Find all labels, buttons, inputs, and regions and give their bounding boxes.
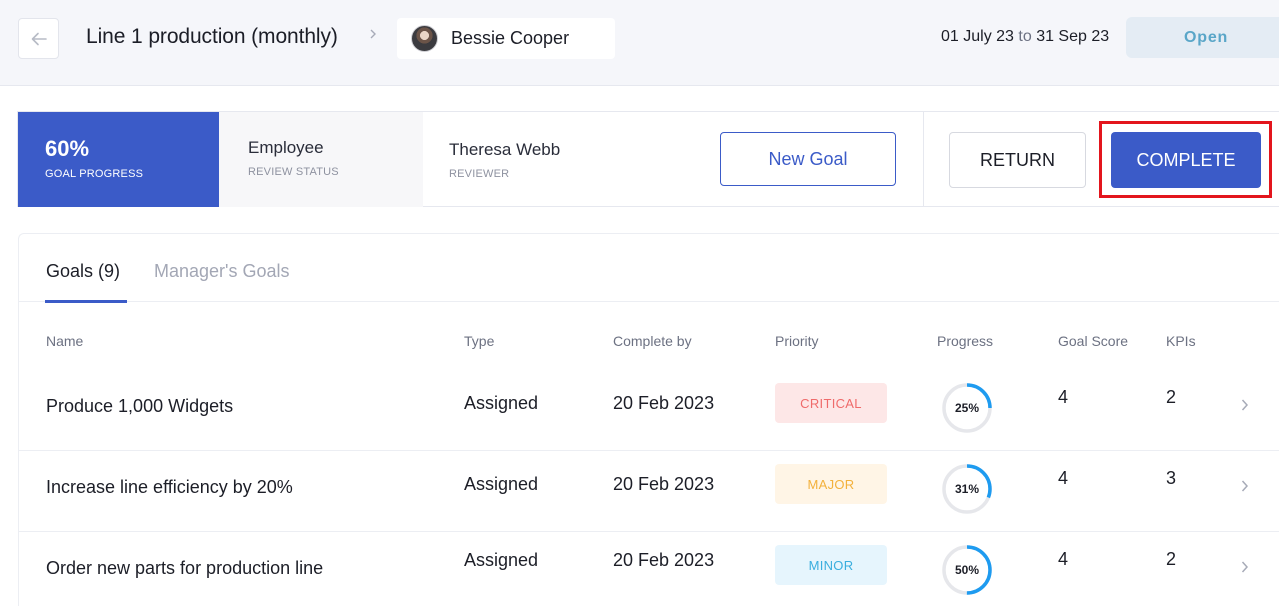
date-to: to: [1018, 28, 1032, 45]
goal-score: 4: [1058, 549, 1069, 569]
progress-percent: 50%: [954, 563, 980, 577]
table-row[interactable]: Increase line efficiency by 20% Assigned…: [19, 451, 1279, 532]
reviewer-box: Theresa Webb REVIEWER: [449, 140, 560, 180]
tab-bar: Goals (9) Manager's Goals: [19, 234, 1279, 303]
complete-button[interactable]: COMPLETE: [1111, 132, 1261, 188]
active-tab-indicator: [45, 300, 127, 303]
chevron-right-icon[interactable]: [1241, 396, 1249, 417]
review-status-value: Employee: [248, 138, 324, 157]
goals-card: Goals (9) Manager's Goals Name Type Comp…: [18, 233, 1279, 606]
reviewer-name: Theresa Webb: [449, 140, 561, 159]
column-header-kpis: KPIs: [1166, 333, 1196, 349]
goal-type: Assigned: [464, 474, 539, 494]
status-badge: Open: [1126, 17, 1279, 58]
employee-name: Bessie Cooper: [451, 28, 570, 48]
column-header-progress: Progress: [937, 333, 994, 349]
new-goal-button[interactable]: New Goal: [720, 132, 896, 186]
review-status-label: REVIEW STATUS: [248, 166, 339, 178]
column-header-priority: Priority: [775, 333, 819, 349]
return-button[interactable]: RETURN: [949, 132, 1086, 188]
goal-complete-by: 20 Feb 2023: [613, 550, 715, 570]
back-button[interactable]: [18, 18, 59, 59]
goal-name: Order new parts for production line: [46, 558, 324, 578]
top-bar: Line 1 production (monthly) Bessie Coope…: [0, 0, 1279, 86]
employee-chip[interactable]: Bessie Cooper: [397, 18, 615, 59]
chevron-right-icon[interactable]: [1241, 558, 1249, 579]
goal-kpis: 2: [1166, 387, 1177, 407]
date-range: 01 July 23 to 31 Sep 23: [941, 28, 1109, 46]
goal-score: 4: [1058, 468, 1069, 488]
goal-type: Assigned: [464, 393, 539, 413]
goal-score: 4: [1058, 387, 1069, 407]
reviewer-label: REVIEWER: [449, 168, 510, 180]
column-header-type: Type: [464, 333, 495, 349]
column-header-name: Name: [46, 333, 84, 349]
goal-complete-by: 20 Feb 2023: [613, 393, 715, 413]
review-status-box: Employee REVIEW STATUS: [219, 112, 423, 207]
column-header-complete-by: Complete by: [613, 333, 692, 349]
divider: [923, 112, 924, 207]
goal-name: Produce 1,000 Widgets: [46, 396, 234, 416]
priority-badge: MAJOR: [775, 464, 887, 504]
page-title: Line 1 production (monthly): [86, 25, 338, 48]
progress-percent: 25%: [954, 401, 980, 415]
tab-managers-goals[interactable]: Manager's Goals: [154, 261, 290, 282]
tab-goals[interactable]: Goals (9): [46, 261, 120, 282]
progress-percent: 31%: [954, 482, 980, 496]
goal-progress-value: 60%: [45, 136, 90, 161]
priority-badge: MINOR: [775, 545, 887, 585]
chevron-right-icon: [369, 27, 377, 45]
chevron-right-icon[interactable]: [1241, 477, 1249, 498]
goal-kpis: 2: [1166, 549, 1177, 569]
goal-name: Increase line efficiency by 20%: [46, 477, 293, 497]
priority-badge: CRITICAL: [775, 383, 887, 423]
column-header-goal-score: Goal Score: [1058, 333, 1129, 349]
table-row[interactable]: Order new parts for production line Assi…: [19, 532, 1279, 606]
arrow-left-icon: [31, 32, 47, 45]
date-start: 01 July 23: [941, 28, 1014, 45]
review-summary: 60% GOAL PROGRESS Employee REVIEW STATUS…: [17, 111, 1279, 207]
date-end: 31 Sep 23: [1036, 28, 1110, 45]
goal-progress-box: 60% GOAL PROGRESS: [18, 112, 219, 207]
goal-progress-label: GOAL PROGRESS: [45, 168, 144, 180]
goal-complete-by: 20 Feb 2023: [613, 474, 715, 494]
goal-type: Assigned: [464, 550, 539, 570]
table-row[interactable]: Produce 1,000 Widgets Assigned 20 Feb 20…: [19, 370, 1279, 451]
avatar: [411, 25, 438, 52]
goal-kpis: 3: [1166, 468, 1177, 488]
